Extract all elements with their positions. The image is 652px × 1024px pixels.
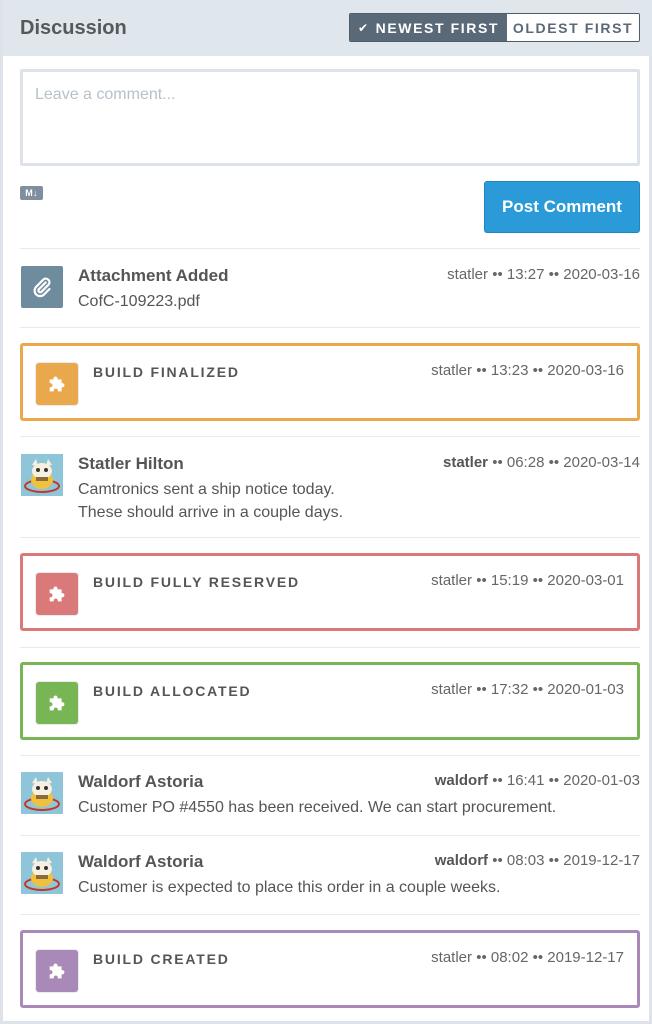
- meta-separator: ••: [488, 266, 507, 283]
- feed-divider: [20, 914, 640, 915]
- feed-divider: [20, 436, 640, 437]
- comment-user[interactable]: statler: [447, 266, 488, 283]
- comment-date: 2019-12-17: [563, 852, 640, 869]
- feed-divider: [20, 755, 640, 756]
- event-card: BUILD ALLOCATED statler •• 17:32 •• 2020-…: [20, 662, 640, 740]
- comment-line: These should arrive in a couple days.: [78, 504, 344, 521]
- comment-user[interactable]: statler: [431, 681, 472, 698]
- comment-body: Customer PO #4550 has been received. We …: [78, 796, 556, 819]
- meta-separator: ••: [528, 949, 548, 966]
- comment-author: Statler Hilton: [78, 454, 184, 473]
- sort-toggle: ✔ NEWEST FIRST OLDEST FIRST: [349, 13, 640, 42]
- comment-time: 13:27: [506, 266, 545, 283]
- comment-input[interactable]: [23, 72, 637, 163]
- comment-time: 16:41: [506, 772, 545, 789]
- meta-separator: ••: [544, 772, 564, 789]
- puzzle-icon: [36, 363, 78, 405]
- comment-date: 2020-03-16: [563, 266, 640, 283]
- feed-divider: [20, 835, 640, 836]
- comment-time: 08:02: [490, 949, 529, 966]
- comment-meta: statler •• 15:19 •• 2020-03-01: [431, 572, 624, 589]
- discussion-title: Discussion: [20, 17, 127, 39]
- comment-date: 2020-01-03: [547, 681, 624, 698]
- discussion-header: Discussion ✔ NEWEST FIRST OLDEST FIRST: [3, 0, 652, 56]
- sort-newest-first-button[interactable]: ✔ NEWEST FIRST: [350, 14, 507, 41]
- check-icon: ✔: [357, 20, 370, 35]
- sort-oldest-label: OLDEST FIRST: [512, 19, 634, 36]
- meta-separator: ••: [472, 681, 491, 698]
- paperclip-icon: [21, 266, 63, 308]
- meta-separator: ••: [528, 572, 548, 589]
- event-card: BUILD FINALIZED statler •• 13:23 •• 2020-…: [20, 343, 640, 421]
- post-comment-button[interactable]: Post Comment: [484, 181, 640, 233]
- comment-time: 15:19: [490, 572, 529, 589]
- comment-line: Customer is expected to place this order…: [78, 879, 501, 896]
- comment-date: 2020-01-03: [563, 772, 640, 789]
- event-label: BUILD ALLOCATED: [93, 683, 252, 699]
- discussion-panel: Discussion ✔ NEWEST FIRST OLDEST FIRST M…: [0, 0, 652, 1024]
- comment-date: 2020-03-01: [547, 572, 624, 589]
- comment-time: 17:32: [490, 681, 529, 698]
- event-label: BUILD FULLY RESERVED: [93, 574, 300, 590]
- comment-author: Waldorf Astoria: [78, 852, 204, 871]
- comment-line: Camtronics sent a ship notice today.: [78, 481, 335, 498]
- comment-meta: waldorf •• 08:03 •• 2019-12-17: [435, 852, 640, 869]
- comment-input-wrapper: [20, 69, 640, 166]
- comment-user[interactable]: statler: [431, 949, 472, 966]
- comment-user[interactable]: statler: [431, 362, 472, 379]
- meta-separator: ••: [528, 681, 548, 698]
- meta-separator: ••: [488, 454, 507, 471]
- markdown-icon: M↓: [20, 186, 43, 200]
- comment-user[interactable]: waldorf: [435, 852, 488, 869]
- attachment-title: Attachment Added: [78, 266, 229, 285]
- feed-divider: [20, 248, 640, 249]
- sort-newest-label: NEWEST FIRST: [375, 19, 500, 36]
- comment-meta: statler •• 08:02 •• 2019-12-17: [431, 949, 624, 966]
- comment-user[interactable]: statler: [431, 572, 472, 589]
- event-label: BUILD CREATED: [93, 951, 230, 967]
- meta-separator: ••: [472, 572, 491, 589]
- comment-date: 2020-03-14: [563, 454, 640, 471]
- comment-meta: statler •• 13:27 •• 2020-03-16: [447, 266, 640, 283]
- puzzle-icon: [36, 573, 78, 615]
- meta-separator: ••: [544, 454, 564, 471]
- meta-separator: ••: [544, 266, 564, 283]
- feed-divider: [20, 537, 640, 538]
- comment-meta: statler •• 17:32 •• 2020-01-03: [431, 681, 624, 698]
- event-card: BUILD FULLY RESERVED statler •• 15:19 •• …: [20, 553, 640, 631]
- comment-author: Waldorf Astoria: [78, 772, 204, 791]
- comment-meta: waldorf •• 16:41 •• 2020-01-03: [435, 772, 640, 789]
- comment-meta: statler •• 06:28 •• 2020-03-14: [443, 454, 640, 471]
- meta-separator: ••: [472, 362, 491, 379]
- puzzle-icon: [36, 950, 78, 992]
- meta-separator: ••: [488, 852, 507, 869]
- attachment-filename[interactable]: CofC-109223.pdf: [78, 290, 200, 313]
- avatar: [21, 852, 63, 894]
- feed-divider: [20, 327, 640, 328]
- comment-line: Customer PO #4550 has been received. We …: [78, 799, 557, 816]
- avatar: [21, 454, 63, 496]
- comment-time: 06:28: [506, 454, 545, 471]
- feed-divider: [20, 647, 640, 648]
- event-label: BUILD FINALIZED: [93, 364, 240, 380]
- avatar: [21, 772, 63, 814]
- comment-time: 08:03: [506, 852, 545, 869]
- comment-body: Camtronics sent a ship notice today. Thes…: [78, 478, 343, 524]
- comment-user[interactable]: statler: [443, 454, 488, 471]
- meta-separator: ••: [528, 362, 548, 379]
- comment-time: 13:23: [490, 362, 529, 379]
- comment-user[interactable]: waldorf: [435, 772, 488, 789]
- meta-separator: ••: [472, 949, 491, 966]
- sort-oldest-first-button[interactable]: OLDEST FIRST: [507, 14, 639, 41]
- meta-separator: ••: [544, 852, 564, 869]
- event-card: BUILD CREATED statler •• 08:02 •• 2019-12…: [20, 930, 640, 1008]
- comment-date: 2020-03-16: [547, 362, 624, 379]
- meta-separator: ••: [488, 772, 507, 789]
- puzzle-icon: [36, 682, 78, 724]
- comment-body: Customer is expected to place this order…: [78, 876, 500, 899]
- comment-meta: statler •• 13:23 •• 2020-03-16: [431, 362, 624, 379]
- comment-date: 2019-12-17: [547, 949, 624, 966]
